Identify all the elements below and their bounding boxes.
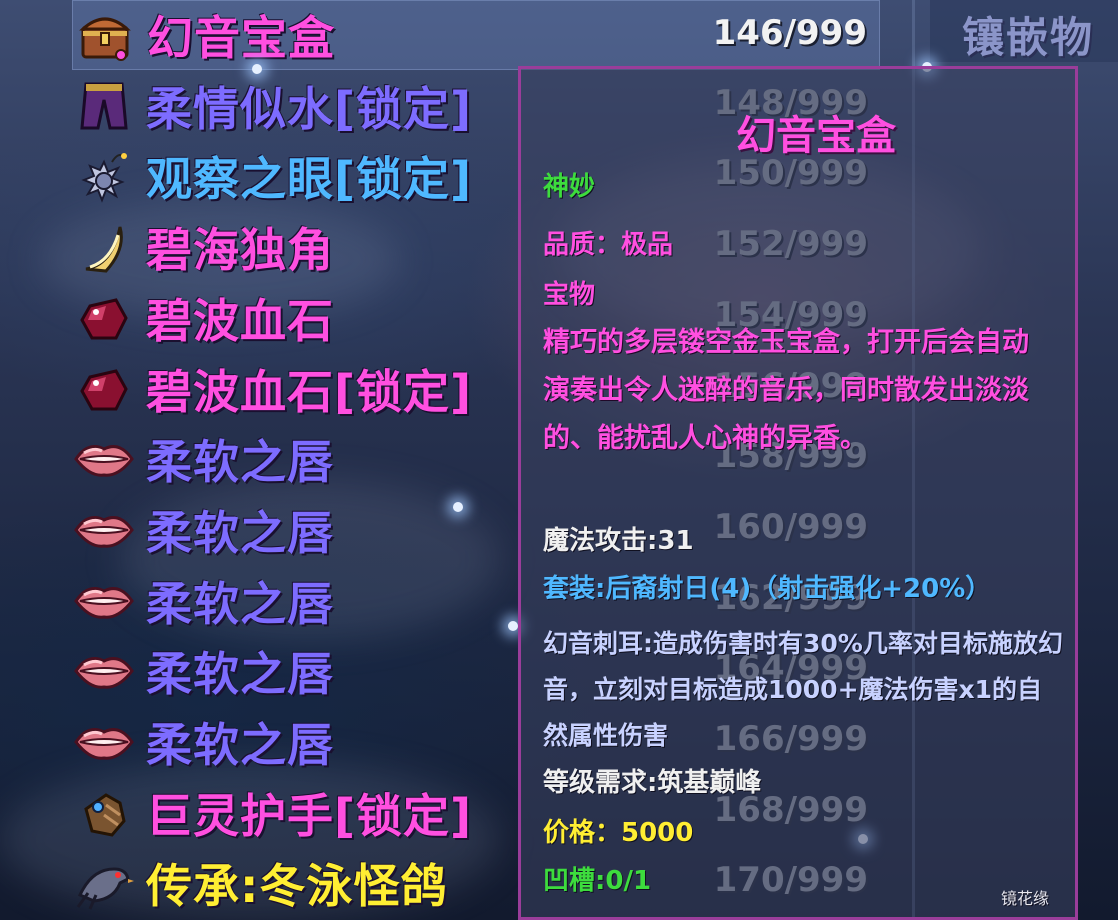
item-name: 柔软之唇 <box>146 647 334 701</box>
tooltip-slots: 凹槽:0/1 <box>543 866 652 896</box>
game-scene: 镶嵌物 幻音宝盒146/999柔情似水[锁定]148/999观察之眼[锁定]15… <box>0 0 1118 920</box>
tooltip-type: 宝物 <box>543 280 596 310</box>
lips-icon <box>72 639 136 703</box>
spiked-bomb-icon <box>72 144 136 208</box>
category-label: 镶嵌物 <box>962 13 1095 62</box>
tooltip-set-bonus: 套装:后裔射日(4)（射击强化+20%） <box>543 574 992 604</box>
sparkle <box>508 621 518 631</box>
sparkle <box>252 64 262 74</box>
item-name: 传承:冬泳怪鸽 <box>146 859 448 913</box>
item-name: 柔软之唇 <box>146 577 334 631</box>
item-name: 碧海独角 <box>146 223 334 277</box>
tooltip-magic-attack: 魔法攻击:31 <box>543 526 694 556</box>
item-name: 柔情似水[锁定] <box>146 82 473 136</box>
tooltip-price: 价格：5000 <box>543 818 694 848</box>
blood-gem-icon <box>72 357 136 421</box>
item-tooltip: 幻音宝盒 神妙 品质：极品 宝物 精巧的多层镂空金玉宝盒，打开后会自动演奏出令人… <box>518 66 1078 920</box>
item-name: 柔软之唇 <box>146 718 334 772</box>
lips-icon <box>72 710 136 774</box>
lips-icon <box>72 498 136 562</box>
item-name: 幻音宝盒 <box>147 11 335 65</box>
tooltip-rarity: 神妙 <box>543 172 596 202</box>
item-name: 柔软之唇 <box>146 435 334 489</box>
treasure-chest-icon <box>73 3 137 67</box>
item-name: 碧波血石 <box>146 294 334 348</box>
lips-icon <box>72 427 136 491</box>
item-name: 柔软之唇 <box>146 506 334 560</box>
horn-icon <box>72 215 136 279</box>
lips-icon <box>72 569 136 633</box>
gauntlet-icon <box>72 781 136 845</box>
tooltip-skill: 幻音刺耳:造成伤害时有30%几率对目标施放幻音，立刻对目标造成1000+魔法伤害… <box>543 629 1063 750</box>
purple-pants-icon <box>72 74 136 138</box>
item-name: 观察之眼[锁定] <box>146 152 473 206</box>
pigeon-icon <box>72 851 136 915</box>
item-count: 146/999 <box>712 13 867 53</box>
tooltip-quality: 品质：极品 <box>543 230 674 260</box>
sparkle <box>453 502 463 512</box>
tooltip-title: 幻音宝盒 <box>736 113 896 159</box>
tooltip-level-requirement: 等级需求:筑基巅峰 <box>543 768 762 798</box>
blood-gem-icon <box>72 286 136 350</box>
inventory-item[interactable]: 幻音宝盒 146/999 <box>72 0 880 70</box>
tooltip-maker: 镜花缘 <box>1000 889 1049 908</box>
item-name: 碧波血石[锁定] <box>146 365 473 419</box>
tooltip-description: 精巧的多层镂空金玉宝盒，打开后会自动演奏出令人迷醉的音乐，同时散发出淡淡的、能扰… <box>543 327 1029 454</box>
item-name: 巨灵护手[锁定] <box>146 789 473 843</box>
